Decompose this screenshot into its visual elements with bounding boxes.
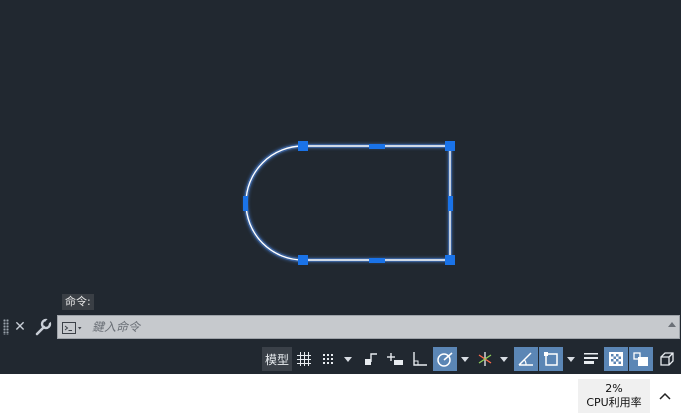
3d-osnap-icon[interactable] — [656, 347, 678, 371]
vertex-grip-top-left[interactable] — [298, 141, 308, 151]
status-bar: 模型 — [0, 344, 681, 374]
vertex-grip-bottom-left[interactable] — [298, 255, 308, 265]
drawing-svg — [243, 141, 455, 265]
midpoint-grip-right[interactable] — [448, 196, 453, 211]
drag-grip-icon[interactable] — [3, 319, 9, 335]
infer-constraints-icon[interactable] — [360, 347, 382, 371]
drawing-canvas[interactable] — [0, 0, 681, 316]
chevron-down-icon — [461, 356, 469, 362]
close-icon[interactable]: ✕ — [12, 317, 28, 337]
object-snap-icon[interactable] — [539, 347, 563, 371]
midpoint-grip-top[interactable] — [369, 144, 385, 149]
cpu-usage-value: 2% — [605, 382, 623, 395]
grid-icon[interactable] — [294, 347, 314, 371]
model-space-button[interactable]: 模型 — [262, 347, 292, 371]
command-history-line: 命令: — [62, 294, 94, 310]
chevron-down-icon — [567, 356, 575, 362]
vertex-grip-top-right[interactable] — [445, 141, 455, 151]
isodraft-dropdown[interactable] — [498, 347, 510, 371]
transparency-icon[interactable] — [604, 347, 628, 371]
selection-cycling-icon[interactable] — [629, 347, 653, 371]
lineweight-icon[interactable] — [580, 347, 602, 371]
polar-tracking-icon[interactable] — [433, 347, 457, 371]
taskbar: 2% CPU利用率 — [0, 374, 681, 416]
chevron-up-icon[interactable] — [656, 388, 674, 402]
cpu-usage-label: CPU利用率 — [586, 396, 642, 409]
polar-dropdown[interactable] — [459, 347, 471, 371]
wrench-icon[interactable] — [33, 317, 53, 337]
cpu-usage-widget[interactable]: 2% CPU利用率 — [578, 379, 650, 413]
ortho-icon[interactable] — [409, 347, 431, 371]
vertex-grip-bottom-right[interactable] — [445, 255, 455, 265]
object-snap-dropdown[interactable] — [565, 347, 577, 371]
snap-tracking-icon[interactable] — [514, 347, 538, 371]
selected-polyline[interactable] — [244, 144, 452, 262]
snap-dots-icon[interactable] — [318, 347, 338, 371]
command-input[interactable] — [92, 316, 652, 338]
command-prompt-icon[interactable] — [62, 320, 84, 334]
autocad-window: 命令: ✕ 模型 — [0, 0, 681, 416]
midpoint-grip-bottom[interactable] — [369, 258, 385, 263]
midpoint-grip-arc[interactable] — [243, 196, 248, 211]
command-line-bar: ✕ — [0, 314, 681, 340]
grips[interactable] — [243, 141, 455, 265]
chevron-down-icon — [344, 356, 352, 362]
chevron-down-icon — [500, 356, 508, 362]
dynamic-input-icon[interactable] — [385, 347, 407, 371]
isodraft-icon[interactable] — [474, 347, 496, 371]
command-input-box[interactable] — [57, 315, 680, 339]
snap-dropdown[interactable] — [341, 347, 355, 371]
history-expand-icon[interactable] — [668, 322, 676, 327]
